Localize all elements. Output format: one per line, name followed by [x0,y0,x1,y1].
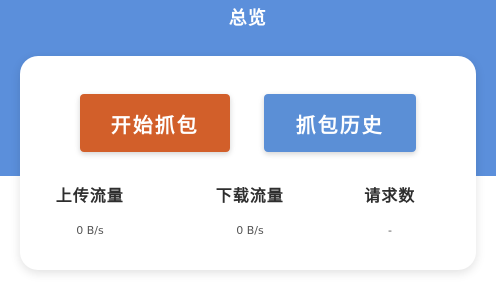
request-count-value: - [388,224,392,237]
upload-traffic-stat: 上传流量 0 B/s [20,182,160,237]
download-traffic-value: 0 B/s [236,224,264,237]
start-capture-button[interactable]: 开始抓包 [80,94,230,152]
download-traffic-stat: 下载流量 0 B/s [180,182,320,237]
capture-history-button[interactable]: 抓包历史 [264,94,416,152]
download-traffic-label: 下载流量 [215,186,284,205]
request-count-label: 请求数 [364,186,416,205]
upload-traffic-value: 0 B/s [76,224,104,237]
overview-card: 开始抓包 抓包历史 上传流量 0 B/s 下载流量 0 B/s 请求数 - [20,56,476,270]
request-count-stat: 请求数 - [320,182,460,237]
upload-traffic-label: 上传流量 [55,186,124,205]
page-title: 总览 [229,8,267,29]
